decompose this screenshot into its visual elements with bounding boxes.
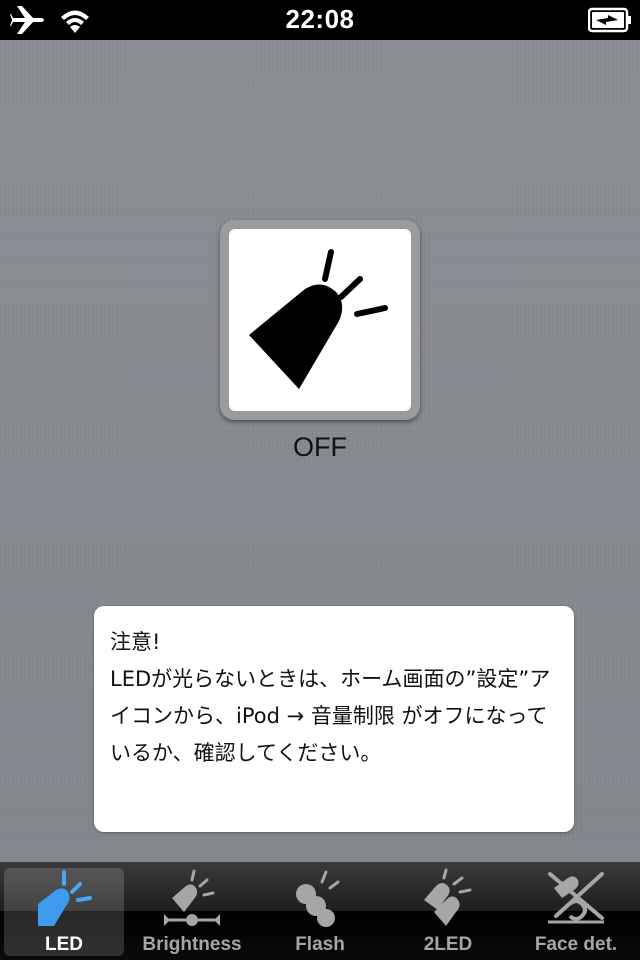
battery-charging-icon bbox=[588, 7, 631, 33]
tab-2led[interactable]: 2LED bbox=[384, 862, 512, 960]
tab-brightness[interactable]: Brightness bbox=[128, 862, 256, 960]
tab-bar: LED Brightness Flash 2LED Face det. bbox=[0, 862, 640, 960]
flash-icon bbox=[296, 870, 340, 927]
led-toggle-button[interactable] bbox=[220, 220, 420, 420]
tab-label-2led: 2LED bbox=[423, 934, 473, 955]
status-bar: 22:08 bbox=[0, 0, 640, 40]
status-time: 22:08 bbox=[285, 4, 355, 34]
two-led-icon bbox=[424, 868, 472, 926]
notice-body: LEDが光らないときは、ホーム画面の”設定”アイコンから、iPod → 音量制限… bbox=[110, 667, 551, 765]
tab-label-flash: Flash bbox=[295, 934, 345, 955]
tab-flash[interactable]: Flash bbox=[256, 862, 384, 960]
tab-led[interactable]: LED bbox=[0, 862, 128, 960]
face-detection-icon bbox=[548, 872, 604, 924]
tab-label-brightness: Brightness bbox=[142, 934, 242, 955]
led-state-label: OFF bbox=[293, 432, 347, 462]
notice-box: 注意! LEDが光らないときは、ホーム画面の”設定”アイコンから、iPod → … bbox=[94, 606, 574, 832]
led-toggle-face bbox=[229, 229, 411, 411]
led-icon bbox=[38, 870, 92, 926]
notice-title: 注意! bbox=[110, 630, 161, 654]
main-area: OFF 注意! LEDが光らないときは、ホーム画面の”設定”アイコンから、iPo… bbox=[0, 40, 640, 862]
brightness-icon bbox=[164, 869, 220, 926]
tab-face-detection[interactable]: Face det. bbox=[512, 862, 640, 960]
led-light-icon bbox=[249, 249, 388, 389]
tab-label-led: LED bbox=[45, 934, 83, 955]
tab-label-face-detection: Face det. bbox=[534, 934, 618, 955]
